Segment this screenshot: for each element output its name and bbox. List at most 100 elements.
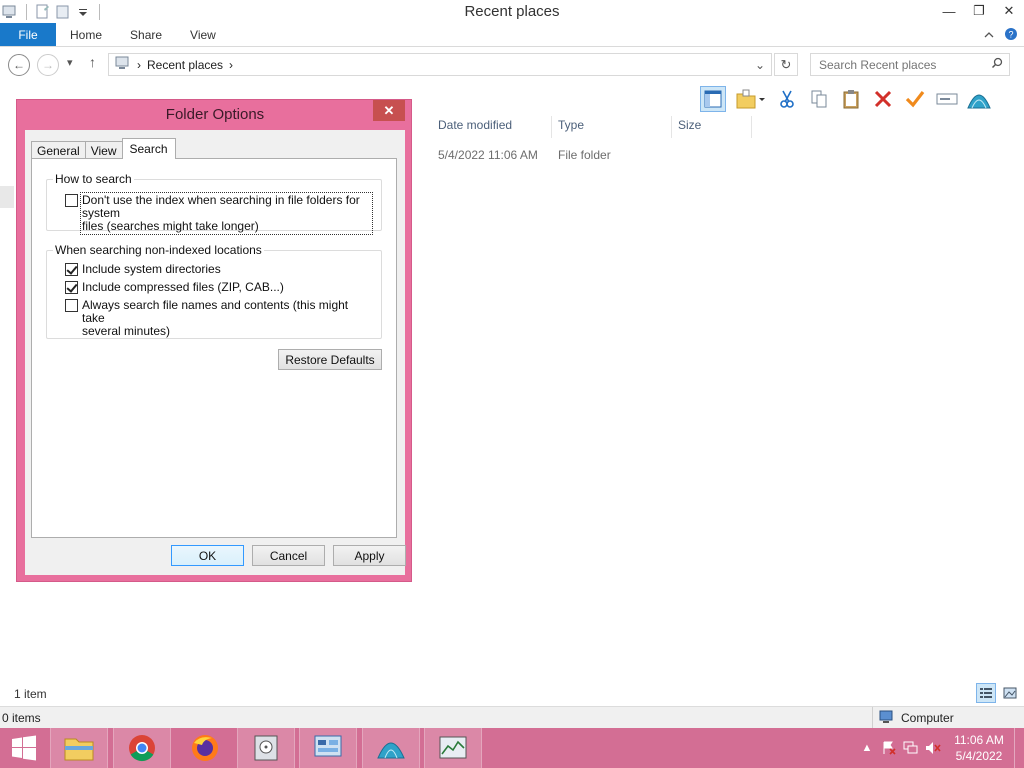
- dont-use-index-label[interactable]: Don't use the index when searching in fi…: [80, 192, 373, 235]
- always-search-line1: Always search file names and contents (t…: [82, 298, 349, 325]
- system-tray: ▲ 11:06 AM 5/4/2022: [856, 728, 1024, 768]
- row-type[interactable]: File folder: [558, 148, 611, 162]
- clock[interactable]: 11:06 AM 5/4/2022: [944, 732, 1014, 764]
- navigation-pane-edge: [0, 186, 14, 208]
- column-date-modified[interactable]: Date modified: [438, 118, 512, 136]
- open-folder-icon[interactable]: [732, 86, 768, 112]
- include-compressed-label[interactable]: Include compressed files (ZIP, CAB...): [82, 281, 284, 294]
- recent-places-icon: [115, 56, 131, 73]
- rename-icon[interactable]: [934, 86, 960, 112]
- control-panel-icon[interactable]: [299, 728, 357, 768]
- status-bar: 0 items Computer: [0, 706, 1024, 729]
- disk-utility-icon[interactable]: [237, 728, 295, 768]
- ribbon-tabs: File Home Share View: [0, 23, 1024, 47]
- always-search-contents-label[interactable]: Always search file names and contents (t…: [82, 299, 365, 338]
- tab-share[interactable]: Share: [116, 23, 176, 46]
- restore-defaults-button[interactable]: Restore Defaults: [278, 349, 382, 370]
- back-button[interactable]: ←: [8, 54, 30, 76]
- firefox-icon[interactable]: [176, 728, 234, 768]
- dialog-body: General View Search How to search Don't …: [25, 130, 406, 575]
- tab-view[interactable]: View: [176, 23, 230, 46]
- include-compressed-option[interactable]: Include compressed files (ZIP, CAB...): [65, 281, 284, 294]
- cut-icon[interactable]: [774, 86, 800, 112]
- address-bar[interactable]: › Recent places › ⌄: [108, 53, 772, 76]
- tab-file[interactable]: File: [0, 23, 56, 46]
- computer-label: Computer: [901, 711, 954, 725]
- recent-locations-button[interactable]: ▾: [67, 56, 73, 69]
- search-icon[interactable]: [991, 57, 1003, 72]
- help-icon[interactable]: ?: [1004, 27, 1018, 44]
- network-globe-icon[interactable]: [362, 728, 420, 768]
- dialog-tabs: General View Search: [31, 138, 176, 159]
- navigation-bar: ← → ▾ ↑ › Recent places › ⌄ ↻: [0, 50, 1024, 80]
- apply-button[interactable]: Apply: [333, 545, 406, 566]
- clock-date: 5/4/2022: [955, 749, 1003, 763]
- breadcrumb-location[interactable]: Recent places: [147, 58, 223, 72]
- tab-search[interactable]: Search: [121, 138, 176, 159]
- cancel-button[interactable]: Cancel: [252, 545, 325, 566]
- breadcrumb-separator[interactable]: ›: [229, 58, 233, 72]
- command-toolbar: [700, 84, 992, 114]
- breadcrumb-separator[interactable]: ›: [137, 58, 141, 72]
- task-manager-icon[interactable]: [424, 728, 482, 768]
- svg-text:?: ?: [1008, 30, 1013, 40]
- include-system-dirs-option[interactable]: Include system directories: [65, 263, 221, 276]
- include-system-dirs-label[interactable]: Include system directories: [82, 263, 221, 276]
- column-size[interactable]: Size: [678, 118, 701, 136]
- action-center-icon[interactable]: [878, 728, 900, 768]
- chevron-up-icon[interactable]: [984, 30, 994, 42]
- file-explorer-icon[interactable]: [50, 728, 108, 768]
- dont-use-index-option[interactable]: Don't use the index when searching in fi…: [65, 192, 373, 235]
- checkmark-icon[interactable]: [902, 86, 928, 112]
- window-title: Recent places: [464, 3, 560, 20]
- selected-count: 0 items: [2, 711, 41, 725]
- close-button[interactable]: ✕: [994, 0, 1024, 22]
- show-hidden-icons-icon[interactable]: ▲: [856, 728, 878, 768]
- show-desktop-button[interactable]: [1014, 728, 1024, 768]
- tab-home[interactable]: Home: [56, 23, 116, 46]
- clock-time: 11:06 AM: [954, 733, 1004, 747]
- delete-icon[interactable]: [870, 86, 896, 112]
- details-view-icon[interactable]: [976, 683, 996, 703]
- chrome-icon[interactable]: [113, 728, 171, 768]
- item-count: 1 item: [14, 687, 47, 701]
- search-tab-panel: How to search Don't use the index when s…: [31, 158, 397, 538]
- ok-button[interactable]: OK: [171, 545, 244, 566]
- search-box[interactable]: [810, 53, 1010, 76]
- always-search-line2: several minutes): [82, 324, 171, 338]
- computer-icon: [879, 710, 895, 727]
- non-indexed-group: When searching non-indexed locations Inc…: [46, 243, 382, 339]
- refresh-button[interactable]: ↻: [774, 53, 798, 76]
- paste-icon[interactable]: [838, 86, 864, 112]
- computer-zone: Computer: [872, 707, 954, 729]
- minimize-button[interactable]: —: [934, 0, 964, 22]
- title-bar: Recent places — ❐ ✕: [0, 0, 1024, 24]
- include-compressed-checkbox[interactable]: [65, 281, 78, 294]
- volume-muted-icon[interactable]: [922, 728, 944, 768]
- tab-view[interactable]: View: [84, 141, 123, 159]
- dialog-close-button[interactable]: ✕: [373, 100, 405, 121]
- search-input[interactable]: [819, 57, 979, 72]
- always-search-contents-option[interactable]: Always search file names and contents (t…: [65, 299, 365, 338]
- include-system-dirs-checkbox[interactable]: [65, 263, 78, 276]
- forward-button[interactable]: →: [37, 54, 59, 76]
- row-date-modified[interactable]: 5/4/2022 11:06 AM: [438, 148, 538, 162]
- dont-use-index-line2: files (searches might take longer): [82, 219, 259, 233]
- folder-options-dialog: Folder Options ✕ General View Search How…: [16, 99, 412, 582]
- restore-button[interactable]: ❐: [964, 0, 994, 22]
- tab-general[interactable]: General: [31, 141, 86, 159]
- column-type[interactable]: Type: [558, 118, 584, 136]
- preview-pane-icon[interactable]: [700, 86, 726, 112]
- network-status-icon[interactable]: [900, 728, 922, 768]
- start-icon[interactable]: [0, 728, 48, 768]
- large-icons-view-icon[interactable]: [1000, 683, 1020, 703]
- how-to-search-legend: How to search: [53, 172, 134, 186]
- non-indexed-legend: When searching non-indexed locations: [53, 243, 264, 257]
- dont-use-index-checkbox[interactable]: [65, 194, 78, 207]
- network-icon[interactable]: [966, 86, 992, 112]
- address-dropdown-icon[interactable]: ⌄: [755, 58, 765, 72]
- copy-icon[interactable]: [806, 86, 832, 112]
- always-search-contents-checkbox[interactable]: [65, 299, 78, 312]
- up-button[interactable]: ↑: [89, 54, 96, 70]
- taskbar: ▲ 11:06 AM 5/4/2022: [0, 728, 1024, 768]
